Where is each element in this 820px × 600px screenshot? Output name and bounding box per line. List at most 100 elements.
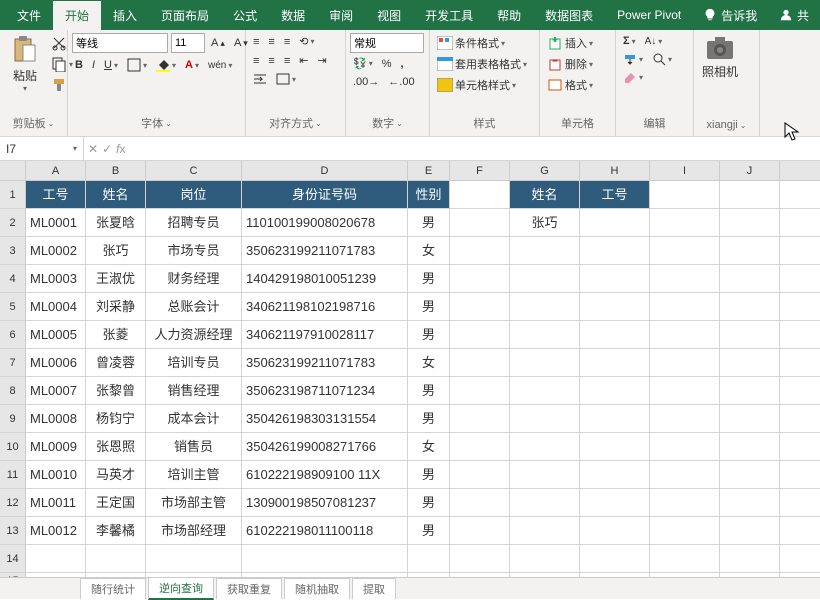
cell[interactable]	[650, 489, 720, 516]
cell[interactable]: 王定国	[86, 489, 146, 516]
paste-button[interactable]: 粘贴▾	[4, 33, 46, 95]
row-header[interactable]: 1	[0, 181, 26, 208]
tab-insert[interactable]: 插入	[101, 1, 149, 30]
cell[interactable]: 男	[408, 209, 450, 236]
cell[interactable]	[450, 517, 510, 544]
cell[interactable]: 销售员	[146, 433, 242, 460]
cell[interactable]	[650, 461, 720, 488]
increase-font-button[interactable]: A▴	[208, 35, 228, 51]
cell[interactable]	[510, 321, 580, 348]
cell[interactable]	[650, 377, 720, 404]
tab-view[interactable]: 视图	[365, 1, 413, 30]
cell[interactable]	[580, 377, 650, 404]
cell[interactable]: 马英才	[86, 461, 146, 488]
font-name-input[interactable]	[72, 33, 168, 53]
cell[interactable]	[510, 293, 580, 320]
delete-cells-button[interactable]: 删除▾	[544, 54, 596, 74]
bold-button[interactable]: B	[72, 57, 86, 73]
cell[interactable]	[650, 293, 720, 320]
cell[interactable]	[450, 181, 510, 208]
tab-home[interactable]: 开始	[53, 1, 101, 30]
cell[interactable]	[580, 237, 650, 264]
cell[interactable]	[580, 489, 650, 516]
cell[interactable]	[450, 545, 510, 572]
cell[interactable]	[510, 489, 580, 516]
align-middle-button[interactable]: ≡	[265, 34, 277, 50]
cell[interactable]: 350623199211071783	[242, 349, 408, 376]
cell[interactable]	[510, 265, 580, 292]
cell[interactable]	[242, 545, 408, 572]
cell[interactable]: 岗位	[146, 181, 242, 208]
sort-filter-button[interactable]: A↓▾	[642, 34, 666, 49]
cell[interactable]	[720, 265, 780, 292]
find-button[interactable]: ▾	[649, 50, 675, 68]
cell[interactable]: ML0009	[26, 433, 86, 460]
row-header[interactable]: 8	[0, 377, 26, 404]
row-header[interactable]: 7	[0, 349, 26, 376]
cell[interactable]: ML0001	[26, 209, 86, 236]
cell[interactable]: 张菱	[86, 321, 146, 348]
cell[interactable]: 女	[408, 237, 450, 264]
cell[interactable]	[450, 489, 510, 516]
col-header-C[interactable]: C	[146, 161, 242, 180]
row-header[interactable]: 4	[0, 265, 26, 292]
indent-dec-button[interactable]: ⇤	[296, 52, 311, 69]
cell[interactable]: ML0002	[26, 237, 86, 264]
cell[interactable]	[720, 349, 780, 376]
cell[interactable]: 男	[408, 265, 450, 292]
cell[interactable]	[510, 405, 580, 432]
cell[interactable]: 人力资源经理	[146, 321, 242, 348]
clear-button[interactable]: ▾	[620, 69, 646, 85]
cell[interactable]: 市场部经理	[146, 517, 242, 544]
cell[interactable]: ML0007	[26, 377, 86, 404]
tab-layout[interactable]: 页面布局	[149, 1, 221, 30]
tab-review[interactable]: 审阅	[317, 1, 365, 30]
cell[interactable]	[580, 321, 650, 348]
cell[interactable]	[450, 265, 510, 292]
row-header[interactable]: 11	[0, 461, 26, 488]
cell[interactable]	[580, 461, 650, 488]
cell[interactable]: 杨钧宁	[86, 405, 146, 432]
cell[interactable]	[720, 237, 780, 264]
cell[interactable]: 女	[408, 433, 450, 460]
cell[interactable]: 110100199008020678	[242, 209, 408, 236]
cell[interactable]	[510, 377, 580, 404]
cell[interactable]	[720, 433, 780, 460]
cell[interactable]	[146, 545, 242, 572]
col-header-I[interactable]: I	[650, 161, 720, 180]
align-left-button[interactable]: ≡	[250, 53, 262, 69]
cell[interactable]: 市场部主管	[146, 489, 242, 516]
cell[interactable]	[26, 545, 86, 572]
decrease-decimal-button[interactable]: ←.00	[385, 74, 417, 90]
sheet-tab[interactable]: 获取重复	[216, 578, 282, 599]
cell[interactable]	[408, 545, 450, 572]
cell[interactable]: ML0005	[26, 321, 86, 348]
cell[interactable]	[720, 377, 780, 404]
cell[interactable]	[450, 349, 510, 376]
cell[interactable]	[720, 321, 780, 348]
font-color-button[interactable]: A▾	[182, 57, 202, 73]
align-right-button[interactable]: ≡	[281, 53, 293, 69]
cell[interactable]	[650, 349, 720, 376]
cell[interactable]	[720, 209, 780, 236]
cell[interactable]: 张巧	[510, 209, 580, 236]
cell[interactable]: 刘采静	[86, 293, 146, 320]
cell[interactable]: ML0012	[26, 517, 86, 544]
format-as-table-button[interactable]: 套用表格格式▾	[434, 54, 530, 74]
border-button[interactable]: ▾	[124, 56, 150, 74]
cell[interactable]: 性别	[408, 181, 450, 208]
row-header[interactable]: 2	[0, 209, 26, 236]
cell[interactable]	[580, 545, 650, 572]
col-header-D[interactable]: D	[242, 161, 408, 180]
cell[interactable]: 李馨橘	[86, 517, 146, 544]
phonetic-button[interactable]: wén▾	[205, 58, 235, 73]
share-button[interactable]: 共	[773, 7, 815, 24]
cell[interactable]: 成本会计	[146, 405, 242, 432]
tab-pivot[interactable]: Power Pivot	[605, 2, 693, 28]
italic-button[interactable]: I	[89, 57, 98, 73]
cell[interactable]: 培训专员	[146, 349, 242, 376]
cell[interactable]: 350623198711071234	[242, 377, 408, 404]
fb-cancel-button[interactable]: ✕	[88, 142, 98, 156]
cell[interactable]: 350623199211071783	[242, 237, 408, 264]
font-size-input[interactable]	[171, 33, 205, 53]
